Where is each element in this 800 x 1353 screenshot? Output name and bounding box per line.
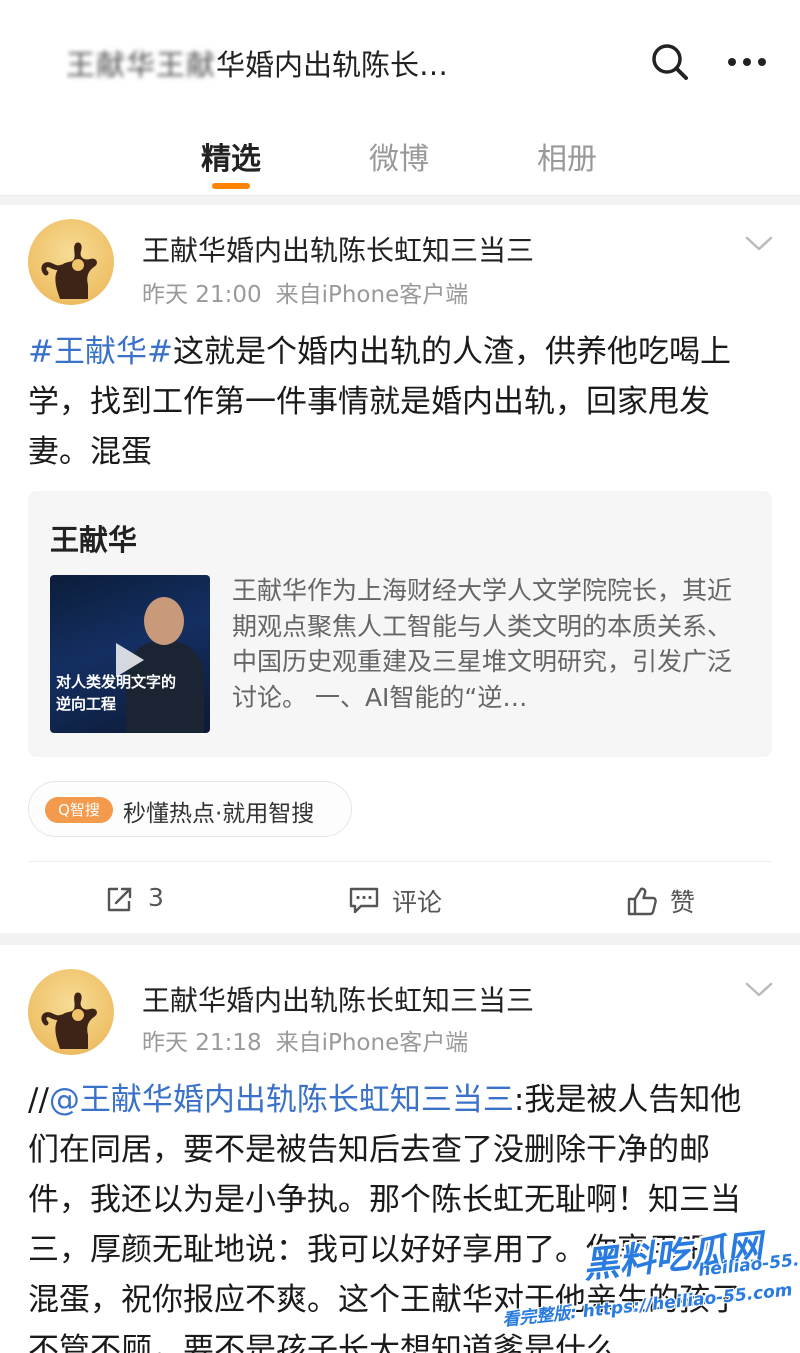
tab-bar: 精选 微博 相册 [0,108,800,196]
post-card: 王献华婚内出轨陈长虹知三当三 昨天 21:00 来自iPhone客户端 #王献华#… [0,205,800,933]
smart-search-pill[interactable]: Q智搜 秒懂热点·就用智搜 [28,781,352,837]
link-card-description: 王献华作为上海财经大学人文学院院长，其近期观点聚焦人工智能与人类文明的本质关系、… [232,576,733,712]
tab-album[interactable]: 相册 [537,134,597,178]
repost-count: 3 [148,883,164,912]
like-button[interactable]: 赞 [626,875,736,925]
divider [28,861,772,862]
post-body: #王献华#这就是个婚内出轨的人渣，供养他吃喝上学，找到工作第一件事情就是婚内出轨… [28,327,768,477]
comment-button[interactable]: 评论 [348,875,488,925]
top-bar: 王献华王献华婚内出轨陈长… [0,0,800,108]
thumbs-up-icon [627,887,657,916]
post-time: 昨天 21:18 [142,1030,262,1056]
tab-featured[interactable]: 精选 [201,134,261,178]
chevron-down-icon[interactable] [742,979,776,1001]
search-icon[interactable] [648,40,692,84]
post-time: 昨天 21:00 [142,282,262,308]
repost-icon [107,887,132,912]
page-title: 王献华王献华婚内出轨陈长… [66,42,576,84]
link-card-title: 王献华 [50,523,138,557]
link-card[interactable]: 王献华 对人类发明文字的 逆向工程 王献华作为上海财经大学人文学院院长，其近期观点… [28,491,772,757]
watermark-line: 看完整版: https://heiliao-55.com [501,1280,794,1331]
post-author-name[interactable]: 王献华婚内出轨陈长虹知三当三 [142,229,534,269]
hashtag-link[interactable]: #王献华# [28,334,173,370]
active-tab-indicator [212,183,250,189]
repost-button[interactable]: 3 [104,875,224,925]
comment-label: 评论 [392,888,443,917]
repost-prefix: // [28,1082,49,1118]
post-source: 来自iPhone客户端 [275,282,469,308]
page-title-blurred: 王献华王献 [66,48,217,82]
more-icon[interactable] [722,40,772,84]
avatar[interactable] [28,219,114,305]
thumbnail-person-head [144,597,184,645]
video-thumbnail[interactable]: 对人类发明文字的 逆向工程 [50,575,210,733]
post-meta: 昨天 21:00 来自iPhone客户端 [142,275,482,309]
chevron-down-icon[interactable] [742,233,776,255]
post-meta: 昨天 21:18 来自iPhone客户端 [142,1023,482,1057]
smart-search-badge: Q智搜 [45,797,113,823]
smart-search-text: 秒懂热点·就用智搜 [123,801,315,827]
tab-weibo[interactable]: 微博 [369,134,429,178]
avatar[interactable] [28,969,114,1055]
like-label: 赞 [670,888,696,917]
post-author-name[interactable]: 王献华婚内出轨陈长虹知三当三 [142,979,534,1019]
mention-link[interactable]: @王献华婚内出轨陈长虹知三当三 [49,1082,514,1118]
thumbnail-caption: 对人类发明文字的 逆向工程 [56,673,177,713]
post-source: 来自iPhone客户端 [275,1030,469,1056]
comment-icon [349,887,379,914]
page-title-text: 华婚内出轨陈长… [216,48,449,82]
